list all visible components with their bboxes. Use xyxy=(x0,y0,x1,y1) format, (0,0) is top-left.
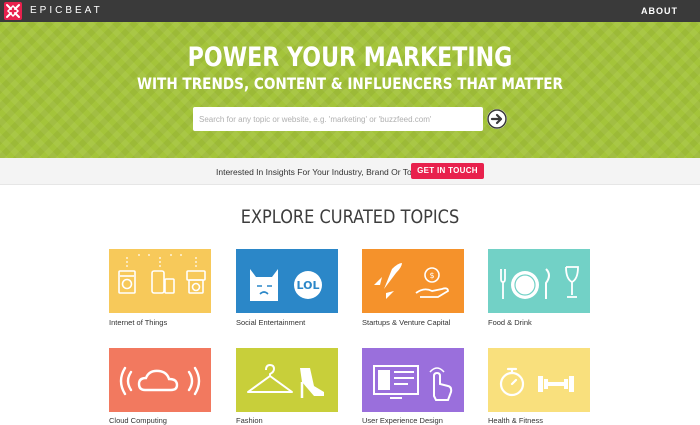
topic-tile-health-fitness[interactable] xyxy=(488,348,590,412)
about-link[interactable]: ABOUT xyxy=(641,6,678,16)
epicbeat-logo-icon[interactable] xyxy=(4,2,22,20)
topic-label[interactable]: Fashion xyxy=(236,416,263,425)
stopwatch-dumbbell-icon xyxy=(488,348,590,412)
topic-tile-social-entertainment[interactable]: LOL xyxy=(236,249,338,313)
topic-label[interactable]: Startups & Venture Capital xyxy=(362,318,450,327)
plate-cutlery-icon xyxy=(488,249,590,313)
search-submit-button[interactable] xyxy=(487,109,507,129)
appliances-icon xyxy=(109,249,211,313)
brand-name[interactable]: EPICBEAT xyxy=(30,5,103,16)
get-in-touch-button[interactable]: GET IN TOUCH xyxy=(411,163,484,179)
topic-label[interactable]: Food & Drink xyxy=(488,318,532,327)
section-title: EXPLORE CURATED TOPICS xyxy=(240,206,460,228)
svg-text:$: $ xyxy=(429,271,434,280)
topic-tile-user-experience-design[interactable] xyxy=(362,348,464,412)
rocket-money-icon: $ xyxy=(362,249,464,313)
hero-title: POWER YOUR MARKETING xyxy=(187,42,513,73)
svg-text:LOL: LOL xyxy=(297,279,320,292)
cloud-icon xyxy=(109,348,211,412)
topic-search-input[interactable] xyxy=(193,107,483,131)
topic-tile-cloud-computing[interactable] xyxy=(109,348,211,412)
screen-touch-icon xyxy=(362,348,464,412)
topic-tile-internet-of-things[interactable] xyxy=(109,249,211,313)
topic-tile-food-drink[interactable] xyxy=(488,249,590,313)
topic-label[interactable]: User Experience Design xyxy=(362,416,443,425)
cta-strip: Interested In Insights For Your Industry… xyxy=(0,158,700,185)
cat-lol-icon: LOL xyxy=(236,249,338,313)
topic-tile-startups-venture-capital[interactable]: $ xyxy=(362,249,464,313)
hanger-heel-icon xyxy=(236,348,338,412)
topic-tile-fashion[interactable] xyxy=(236,348,338,412)
hero-subtitle: WITH TRENDS, CONTENT & INFLUENCERS THAT … xyxy=(136,74,564,93)
top-nav-bar: EPICBEAT ABOUT xyxy=(0,0,700,22)
topic-label[interactable]: Social Entertainment xyxy=(236,318,305,327)
topic-label[interactable]: Health & Fitness xyxy=(488,416,543,425)
cta-text: Interested In Insights For Your Industry… xyxy=(216,167,428,177)
arrow-right-circle-icon xyxy=(487,109,507,129)
hero-banner: POWER YOUR MARKETING WITH TRENDS, CONTEN… xyxy=(0,22,700,158)
topic-label[interactable]: Cloud Computing xyxy=(109,416,167,425)
topic-label[interactable]: Internet of Things xyxy=(109,318,167,327)
